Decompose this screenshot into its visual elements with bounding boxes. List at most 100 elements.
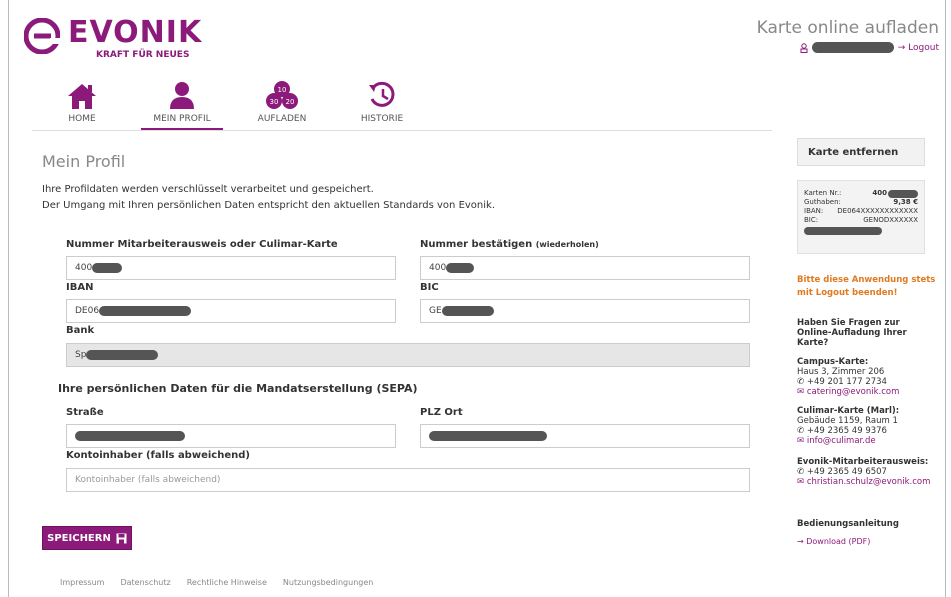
confirm-hint: (wiederholen) (535, 240, 599, 249)
campus-address: Haus 3, Zimmer 206 (797, 367, 885, 377)
redacted-value (446, 263, 475, 273)
confirm-number-value: 400 (429, 263, 447, 273)
redacted-value (99, 306, 192, 316)
user-icon (800, 42, 808, 53)
sepa-section-title: Ihre persönlichen Daten für die Mandatse… (58, 382, 418, 395)
employee-email-link[interactable]: christian.schulz@evonik.com (807, 477, 931, 487)
brand-tagline: KRAFT FÜR NEUES (96, 50, 190, 60)
card-nr-label: Karten Nr.: (804, 189, 842, 197)
phone-icon: ✆ (797, 426, 807, 436)
employee-title: Evonik-Mitarbeiterausweis: (797, 457, 929, 467)
footer-link-privacy[interactable]: Datenschutz (120, 578, 170, 587)
logout-link[interactable]: → Logout (898, 43, 939, 53)
redacted-value (888, 189, 918, 198)
logout-warning: Bitte diese Anwendung stets mit Logout b… (797, 274, 935, 300)
campus-title: Campus-Karte: (797, 357, 869, 367)
redacted-value (804, 227, 882, 235)
floppy-icon (116, 533, 127, 543)
mail-icon: ✉ (797, 387, 807, 397)
balance-value: 9,38 € (893, 198, 918, 206)
nav-history-label: HISTORIE (360, 114, 404, 124)
confirm-number-label: Nummer bestätigen (wiederholen) (420, 239, 599, 250)
nav-topup[interactable]: 10 30 20 AUFLADEN (232, 80, 332, 131)
card-bic-value: GENODXXXXXX (863, 216, 918, 224)
home-icon (68, 84, 96, 109)
bic-input[interactable]: GE (420, 299, 750, 323)
card-iban-label: IBAN: (804, 207, 824, 215)
warning-line: Bitte diese Anwendung stets (797, 275, 936, 285)
bank-input: Sp (66, 343, 750, 367)
nav-divider (32, 130, 772, 131)
intro-line: Der Umgang mit Ihren persönlichen Daten … (42, 200, 496, 211)
redacted-value (86, 350, 159, 360)
footer-link-terms[interactable]: Nutzungsbedingungen (283, 578, 373, 587)
history-icon (369, 81, 395, 107)
manual-download-link[interactable]: → Download (PDF) (797, 537, 870, 547)
card-bic-label: BIC: (804, 216, 819, 224)
account-holder-input[interactable] (66, 468, 750, 492)
user-row: → Logout (800, 42, 939, 53)
footer-link-legal[interactable]: Rechtliche Hinweise (187, 578, 267, 587)
mail-icon: ✉ (797, 477, 807, 487)
mail-icon: ✉ (797, 436, 807, 446)
card-number-value: 400 (75, 263, 93, 273)
page-title: Mein Profil (42, 152, 126, 171)
campus-email-link[interactable]: catering@evonik.com (807, 387, 900, 397)
phone-icon: ✆ (797, 377, 807, 387)
evonik-logo-icon (24, 18, 60, 54)
coin-badge: 30 (270, 98, 279, 106)
campus-contact: Campus-Karte: Haus 3, Zimmer 206 ✆ +49 2… (797, 357, 937, 397)
save-button[interactable]: SPEICHERN (42, 526, 132, 550)
iban-value: DE06 (75, 306, 100, 316)
coin-badge: 20 (286, 98, 295, 106)
nav-profile[interactable]: MEIN PROFIL (132, 80, 232, 131)
confirm-label-text: Nummer bestätigen (420, 239, 533, 250)
culimar-contact: Culimar-Karte (Marl): Gebäude 1159, Raum… (797, 406, 937, 446)
culimar-address: Gebäude 1159, Raum 1 (797, 416, 898, 426)
redacted-value (441, 306, 494, 316)
card-number-label: Nummer Mitarbeiterausweis oder Culimar-K… (66, 239, 338, 250)
nav-history[interactable]: HISTORIE (332, 80, 432, 131)
street-input[interactable] (66, 424, 396, 448)
campus-phone: +49 201 177 2734 (806, 377, 887, 387)
nav-home[interactable]: HOME (32, 80, 132, 131)
nav-topup-label: AUFLADEN (257, 114, 307, 124)
brand-name: EVONIK (68, 15, 203, 50)
redacted-value (75, 431, 185, 441)
street-label: Straße (66, 407, 104, 418)
confirm-number-input[interactable]: 400 (420, 256, 750, 280)
coin-badge: 10 (278, 86, 287, 94)
intro-text: Ihre Profildaten werden verschlüsselt ve… (42, 182, 495, 214)
employee-phone: +49 2365 49 6507 (806, 467, 887, 477)
holder-label: Kontoinhaber (falls abweichend) (66, 450, 250, 461)
bic-value: GE (429, 306, 442, 316)
culimar-email-link[interactable]: info@culimar.de (807, 436, 876, 446)
redacted-value (429, 431, 547, 441)
card-number-input[interactable]: 400 (66, 256, 396, 280)
employee-contact: Evonik-Mitarbeiterausweis: ✆ +49 2365 49… (797, 457, 942, 487)
iban-input[interactable]: DE06 (66, 299, 396, 323)
main-nav: HOME MEIN PROFIL 10 30 20 AUFLADEN HISTO… (32, 80, 432, 131)
redacted-username (811, 42, 894, 53)
bank-value: Sp (75, 350, 87, 360)
remove-card-button[interactable]: Karte entfernen (797, 138, 925, 166)
redacted-value (92, 263, 123, 273)
nav-profile-label: MEIN PROFIL (141, 114, 223, 131)
card-info-box: Karten Nr.: 400 Guthaben: 9,38 € IBAN: DE06… (797, 180, 925, 254)
warning-line: mit Logout beenden! (797, 288, 898, 298)
footer-link-impressum[interactable]: Impressum (60, 578, 104, 587)
header-title: Karte online aufladen (756, 18, 939, 38)
nav-home-label: HOME (68, 114, 96, 124)
save-button-label: SPEICHERN (47, 532, 111, 544)
card-iban-value: DE064XXXXXXXXXXXX (837, 207, 918, 215)
evonik-logo[interactable]: EVONIK KRAFT FÜR NEUES (24, 18, 202, 60)
culimar-phone: +49 2365 49 9376 (806, 426, 887, 436)
bank-label: Bank (66, 325, 95, 336)
iban-label: IBAN (66, 282, 94, 293)
manual-title: Bedienungsanleitung (797, 519, 899, 529)
bic-label: BIC (420, 282, 439, 293)
coins-icon: 10 30 20 (266, 81, 298, 109)
questions-heading: Haben Sie Fragen zur Online-Aufladung Ih… (797, 318, 907, 348)
intro-line: Ihre Profildaten werden verschlüsselt ve… (42, 184, 374, 195)
zip-city-input[interactable] (420, 424, 750, 448)
